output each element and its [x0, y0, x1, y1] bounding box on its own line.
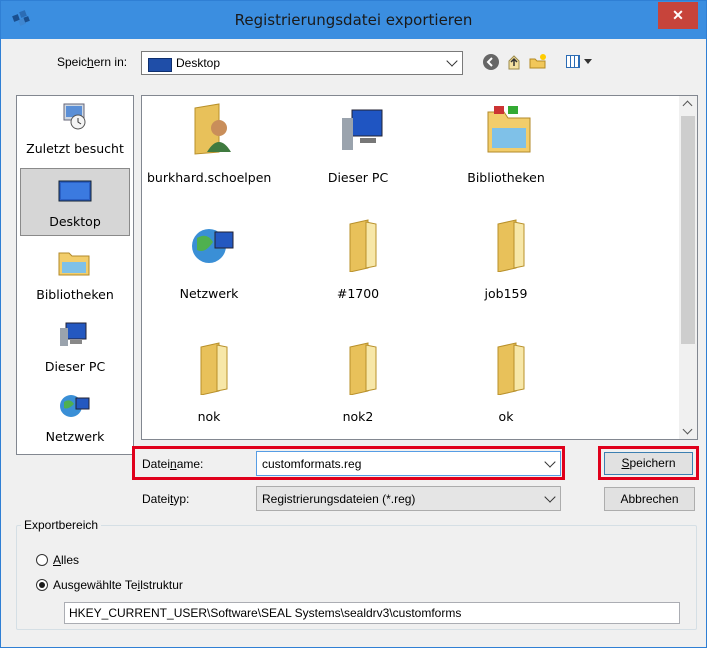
- file-item-folder-ok[interactable]: ok: [444, 341, 568, 441]
- new-folder-icon[interactable]: [529, 53, 547, 71]
- filename-value: customformats.reg: [262, 457, 362, 471]
- chevron-down-icon: [544, 455, 556, 468]
- view-menu-button[interactable]: [566, 53, 596, 71]
- file-item-folder-nok[interactable]: nok: [147, 341, 271, 441]
- registry-path-field[interactable]: HKEY_CURRENT_USER\Software\SEAL Systems\…: [64, 602, 680, 624]
- vertical-scrollbar[interactable]: [679, 96, 697, 439]
- radio-all-label[interactable]: Alles: [53, 553, 79, 567]
- file-item-this-pc[interactable]: Dieser PC: [296, 102, 420, 202]
- folder-icon: [497, 219, 525, 272]
- save-in-value: Desktop: [176, 56, 221, 70]
- window-title: Registrierungsdatei exportieren: [234, 11, 473, 29]
- network-icon: [192, 229, 234, 263]
- chevron-down-icon: [446, 55, 458, 67]
- folder-icon: [497, 342, 525, 395]
- file-item-network[interactable]: Netzwerk: [147, 218, 271, 318]
- chevron-down-icon: [544, 490, 556, 503]
- computer-icon: [342, 109, 383, 150]
- back-icon[interactable]: [482, 53, 500, 71]
- save-in-dropdown[interactable]: Desktop: [141, 51, 463, 75]
- file-item-folder-1700[interactable]: #1700: [296, 218, 420, 318]
- scroll-up-icon[interactable]: [682, 100, 693, 111]
- export-dialog: Registrierungsdatei exportieren ✕ Speich…: [0, 0, 707, 648]
- recent-icon: [63, 103, 86, 130]
- file-item-user-folder[interactable]: burkhard.schoelpen: [147, 102, 271, 202]
- place-desktop[interactable]: Desktop: [20, 168, 130, 236]
- place-network[interactable]: Netzwerk: [20, 384, 130, 452]
- desktop-icon: [148, 58, 172, 72]
- desktop-icon: [58, 180, 92, 202]
- save-in-label: Speichern in:: [57, 55, 128, 69]
- radio-selected-subtree-label[interactable]: Ausgewählte Teilstruktur: [53, 578, 183, 592]
- file-item-folder-nok2[interactable]: nok2: [296, 341, 420, 441]
- user-folder-icon: [194, 103, 231, 155]
- filename-input[interactable]: customformats.reg: [256, 451, 561, 476]
- places-bar: Zuletzt besucht Desktop Bibliotheken Die…: [16, 95, 134, 455]
- save-button[interactable]: Speichern: [604, 452, 693, 475]
- filename-label: Dateiname:: [142, 457, 204, 471]
- up-folder-icon[interactable]: [505, 53, 523, 71]
- libraries-icon: [58, 252, 90, 276]
- close-button[interactable]: ✕: [658, 2, 698, 29]
- place-recent[interactable]: Zuletzt besucht: [20, 96, 130, 164]
- view-icon: [566, 55, 580, 68]
- network-icon: [60, 395, 90, 417]
- scrollbar-thumb[interactable]: [681, 116, 695, 344]
- place-this-pc[interactable]: Dieser PC: [20, 314, 130, 382]
- filetype-value: Registrierungsdateien (*.reg): [262, 492, 416, 506]
- filetype-label: Dateityp:: [142, 492, 190, 506]
- folder-icon: [349, 342, 377, 395]
- radio-selected-subtree[interactable]: [36, 579, 48, 591]
- place-libraries[interactable]: Bibliotheken: [20, 242, 130, 310]
- libraries-icon: [487, 106, 531, 153]
- folder-icon: [349, 219, 377, 272]
- export-range-title: Exportbereich: [21, 518, 102, 532]
- view-dropdown-arrow-icon: [584, 59, 592, 64]
- file-list: burkhard.schoelpen Dieser PC Bibliotheke…: [141, 95, 698, 440]
- radio-all[interactable]: [36, 554, 48, 566]
- filetype-dropdown[interactable]: Registrierungsdateien (*.reg): [256, 486, 561, 511]
- computer-icon: [60, 322, 87, 346]
- file-item-folder-job159[interactable]: job159: [444, 218, 568, 318]
- scroll-down-icon[interactable]: [682, 424, 693, 435]
- cancel-button[interactable]: Abbrechen: [604, 487, 695, 511]
- file-item-libraries[interactable]: Bibliotheken: [444, 102, 568, 202]
- folder-icon: [200, 342, 228, 395]
- title-bar[interactable]: Registrierungsdatei exportieren ✕: [1, 1, 706, 39]
